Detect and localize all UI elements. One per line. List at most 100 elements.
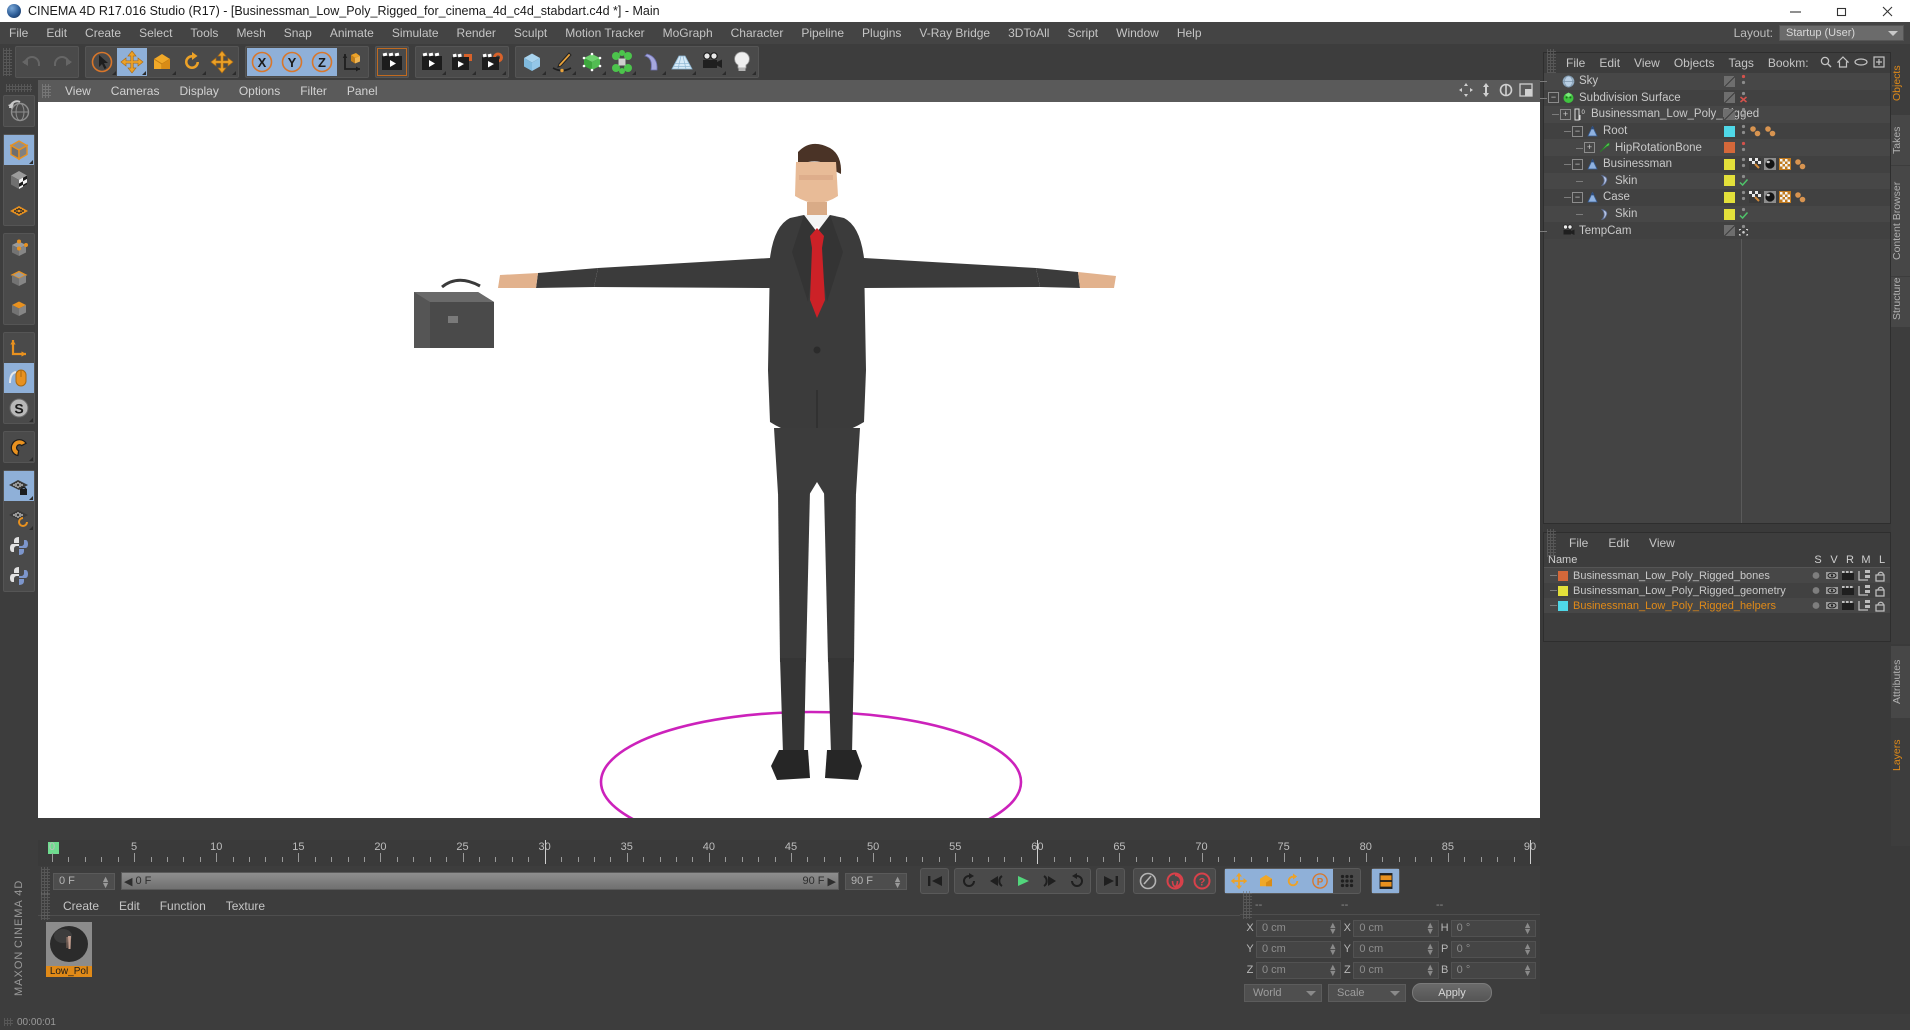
render-toggle[interactable] xyxy=(1840,583,1856,598)
maximize-button[interactable] xyxy=(1818,0,1864,22)
stepper-icon[interactable]: ▲ ▼ xyxy=(1328,962,1337,977)
render-toggle[interactable] xyxy=(1840,568,1856,583)
object-visibility-dots[interactable] xyxy=(1724,140,1749,156)
menu-window[interactable]: Window xyxy=(1107,22,1168,44)
size-y-field[interactable]: 0 cm ▲ ▼ xyxy=(1353,940,1439,958)
layer-color-chip-empty[interactable] xyxy=(1724,225,1735,237)
polygons-mode-button[interactable] xyxy=(4,294,34,324)
visibility-dot[interactable] xyxy=(1738,90,1749,106)
render-toggle[interactable] xyxy=(1840,598,1856,613)
timeline-ruler[interactable]: 051015202530354045505560657075808590 xyxy=(38,840,1540,866)
render-settings-button[interactable] xyxy=(477,48,507,76)
previous-frame-button[interactable] xyxy=(982,869,1009,893)
go-to-start-button[interactable] xyxy=(921,869,948,893)
close-button[interactable] xyxy=(1864,0,1910,22)
x-axis-button[interactable]: X xyxy=(247,48,277,76)
layer-color-chip[interactable] xyxy=(1724,125,1735,137)
object-menu-file[interactable]: File xyxy=(1559,56,1592,70)
stepper-icon[interactable]: ▲ ▼ xyxy=(1523,962,1532,977)
rotation-p-field[interactable]: 0 ° ▲ ▼ xyxy=(1450,940,1536,958)
visible-toggle[interactable] xyxy=(1824,583,1840,598)
object-menu-objects[interactable]: Objects xyxy=(1667,56,1722,70)
solo-toggle[interactable] xyxy=(1808,598,1824,613)
material-manager-grip[interactable] xyxy=(41,891,50,920)
object-visibility-dots[interactable] xyxy=(1724,90,1749,106)
add-panel-icon[interactable] xyxy=(1873,55,1885,71)
weight-tag-icon[interactable] xyxy=(1749,191,1761,204)
visibility-dot[interactable] xyxy=(1738,73,1749,89)
texture-mode-button[interactable] xyxy=(4,165,34,195)
manager-toggle[interactable] xyxy=(1856,598,1872,613)
search-icon[interactable] xyxy=(1820,56,1832,71)
side-tab-objects[interactable]: Objects xyxy=(1891,52,1910,114)
menu-sculpt[interactable]: Sculpt xyxy=(505,22,556,44)
stepper-icon[interactable]: ▲ ▼ xyxy=(893,874,902,889)
viewport-menu-options[interactable]: Options xyxy=(229,80,290,102)
side-tab-content-browser[interactable]: Content Browser xyxy=(1891,166,1910,276)
object-menu-tags[interactable]: Tags xyxy=(1722,56,1761,70)
layout-dropdown[interactable]: Startup (User) xyxy=(1779,25,1904,41)
menu-animate[interactable]: Animate xyxy=(321,22,383,44)
bead-tag-icon[interactable] xyxy=(1764,125,1776,137)
python-console-button[interactable] xyxy=(4,531,34,561)
visibility-dot[interactable] xyxy=(1738,189,1749,205)
dolly-icon[interactable] xyxy=(1479,82,1493,100)
side-tab-attributes[interactable]: Attributes xyxy=(1891,646,1910,718)
expand-icon[interactable]: + xyxy=(1560,108,1571,120)
scale-tool-button[interactable] xyxy=(147,48,177,76)
menu-mesh[interactable]: Mesh xyxy=(227,22,274,44)
object-visibility-dots[interactable] xyxy=(1724,106,1749,122)
left-toolbar-grip[interactable] xyxy=(6,84,32,92)
eye-icon[interactable] xyxy=(1854,56,1868,71)
object-row[interactable]: + HipRotationBone xyxy=(1544,139,1890,156)
menu-help[interactable]: Help xyxy=(1168,22,1211,44)
menu-motion-tracker[interactable]: Motion Tracker xyxy=(556,22,653,44)
range-start-arrow-icon[interactable]: ◀ xyxy=(124,875,132,888)
menu-select[interactable]: Select xyxy=(130,22,181,44)
object-row[interactable]: Skin xyxy=(1544,205,1890,223)
apply-button[interactable]: Apply xyxy=(1412,983,1492,1002)
add-generator-button[interactable] xyxy=(577,48,607,76)
object-visibility-dots[interactable] xyxy=(1724,206,1749,222)
play-backwards-loop-button[interactable] xyxy=(955,869,982,893)
go-to-end-button[interactable] xyxy=(1097,869,1124,893)
range-end-arrow-icon[interactable]: ▶ xyxy=(828,875,836,888)
material-menu-texture[interactable]: Texture xyxy=(216,899,275,913)
object-row[interactable]: − Businessman xyxy=(1544,155,1890,173)
manager-toggle[interactable] xyxy=(1856,583,1872,598)
layer-color-swatch[interactable] xyxy=(1558,600,1568,611)
menu-edit[interactable]: Edit xyxy=(37,22,76,44)
visibility-dot[interactable] xyxy=(1738,173,1749,189)
coord-mode-dropdown[interactable]: Scale xyxy=(1328,983,1406,1002)
pan-icon[interactable] xyxy=(1459,82,1473,100)
undo-button[interactable] xyxy=(17,48,47,76)
layer-color-swatch[interactable] xyxy=(1558,570,1568,581)
end-frame-field[interactable]: 90 F ▲ ▼ xyxy=(845,872,907,890)
phong-tag-icon[interactable] xyxy=(1764,158,1776,171)
stepper-icon[interactable]: ▲ ▼ xyxy=(1426,962,1435,977)
object-menu-view[interactable]: View xyxy=(1627,56,1667,70)
stepper-icon[interactable]: ▲ ▼ xyxy=(1426,941,1435,956)
collapse-icon[interactable]: − xyxy=(1572,158,1583,170)
model-mode-button[interactable] xyxy=(4,135,34,165)
scale-key-button[interactable] xyxy=(1252,869,1279,893)
object-row[interactable]: TempCam xyxy=(1540,222,1890,239)
object-visibility-dots[interactable] xyxy=(1724,73,1749,89)
rotation-b-field[interactable]: 0 ° ▲ ▼ xyxy=(1450,961,1536,979)
viewport-solo-button[interactable] xyxy=(4,363,34,393)
expand-icon[interactable]: + xyxy=(1584,142,1595,154)
menu-script[interactable]: Script xyxy=(1058,22,1107,44)
visibility-dot[interactable] xyxy=(1738,123,1749,139)
checker-tag-icon[interactable] xyxy=(1779,191,1791,204)
maximize-view-icon[interactable] xyxy=(1519,82,1533,100)
viewport-canvas[interactable] xyxy=(38,102,1540,818)
layer-color-chip[interactable] xyxy=(1724,175,1735,187)
viewport-grip[interactable] xyxy=(42,84,51,98)
object-row[interactable]: Skin xyxy=(1544,172,1890,190)
menu-render[interactable]: Render xyxy=(448,22,505,44)
bead-tag-icon[interactable] xyxy=(1749,125,1761,137)
viewport-menu-cameras[interactable]: Cameras xyxy=(101,80,170,102)
menu-pipeline[interactable]: Pipeline xyxy=(792,22,853,44)
z-axis-button[interactable]: Z xyxy=(307,48,337,76)
visibility-dot[interactable] xyxy=(1738,106,1749,122)
